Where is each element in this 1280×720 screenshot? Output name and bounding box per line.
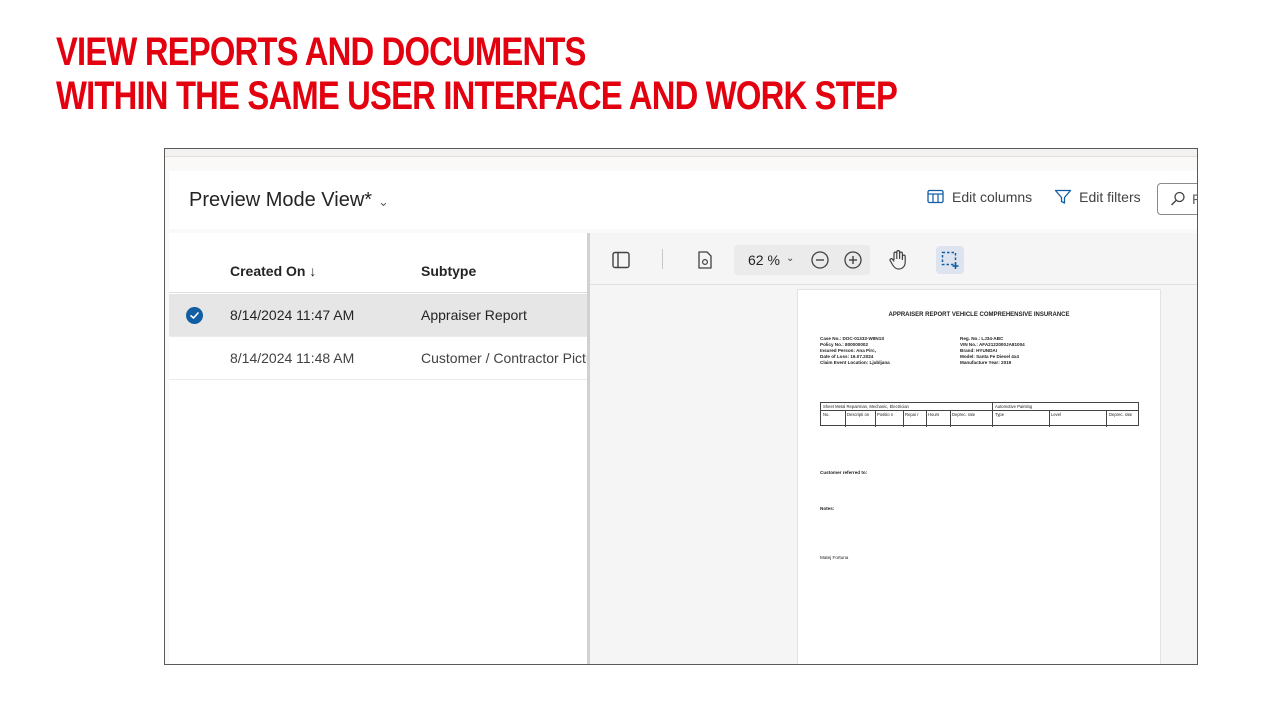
- document-cost-table: Sheet Metal Repairman, Mechanic, Electri…: [820, 402, 1139, 427]
- view-title: Preview Mode View*: [189, 189, 373, 211]
- table-col: Deprec. rate: [952, 411, 976, 417]
- table-col: Level: [1051, 411, 1062, 417]
- table-col: Positio n: [877, 411, 894, 417]
- records-grid: Created On ↓ Subtype 8/14/2024 11:47 AM …: [169, 233, 594, 664]
- table-col: Type: [995, 411, 1005, 417]
- cell-subtype: Customer / Contractor Pictu: [421, 350, 594, 366]
- document-page: APPRAISER REPORT VEHICLE COMPREHENSIVE I…: [797, 289, 1161, 664]
- view-selector[interactable]: Preview Mode View* ⌄: [189, 189, 389, 212]
- table-col: Deprec. rate: [1109, 411, 1133, 417]
- chevron-down-icon[interactable]: ⌄: [786, 253, 794, 264]
- columns-icon: [927, 189, 944, 204]
- toolbar-separator: [662, 249, 663, 269]
- edit-columns-button[interactable]: Edit columns: [927, 189, 1032, 205]
- table-group-label: Sheet Metal Repairman, Mechanic, Electri…: [823, 404, 909, 409]
- preview-toolbar: 62 % ⌄: [590, 233, 1197, 285]
- document-info-left: Case No.: DOC-01333-W8N1S Policy No.: 80…: [820, 336, 890, 366]
- pan-tool-button[interactable]: [884, 246, 912, 274]
- sidebar-icon: [612, 251, 630, 269]
- table-col: No.: [823, 411, 830, 417]
- table-col: Repai r: [905, 411, 919, 417]
- filter-icon: [1055, 189, 1072, 204]
- headline: VIEW REPORTS AND DOCUMENTS WITHIN THE SA…: [56, 30, 1082, 118]
- zoom-level[interactable]: 62 %: [748, 252, 780, 268]
- document-preview-pane: 62 % ⌄ APPRAISER REPORT VEHICLE COMPREHE…: [590, 233, 1197, 664]
- document-info-right: Reg. No.: LJ34-ABC VIN No.: AFA2122000JA…: [960, 336, 1025, 366]
- table-row[interactable]: 8/14/2024 11:48 AM Customer / Contractor…: [169, 337, 594, 380]
- table-row[interactable]: 8/14/2024 11:47 AM Appraiser Report: [169, 294, 587, 337]
- zoom-control: 62 % ⌄: [734, 245, 870, 275]
- table-col: Descripti on: [847, 411, 870, 417]
- sidebar-toggle-button[interactable]: [607, 246, 635, 274]
- area-select-icon: [941, 251, 959, 269]
- search-input[interactable]: F: [1157, 183, 1197, 215]
- chevron-down-icon: ⌄: [378, 194, 389, 209]
- info-line: Claim Event Location: Ljubljana: [820, 360, 890, 365]
- cell-created-on: 8/14/2024 11:48 AM: [230, 350, 355, 366]
- view-bar: Preview Mode View* ⌄ Edit columns Edit f…: [169, 171, 1197, 229]
- document-title: APPRAISER REPORT VEHICLE COMPREHENSIVE I…: [888, 312, 1070, 318]
- cell-subtype: Appraiser Report: [421, 307, 527, 323]
- table-group-label: Automotive Painting: [995, 404, 1033, 409]
- search-icon: [1171, 191, 1185, 206]
- zoom-in-icon[interactable]: [843, 250, 863, 270]
- top-strip: [165, 149, 1197, 157]
- notes-label: Notes:: [820, 506, 835, 511]
- edit-filters-button[interactable]: Edit filters: [1054, 189, 1141, 205]
- signature-name: Matej Fortuna: [820, 555, 849, 560]
- column-header-created-on[interactable]: Created On ↓: [230, 263, 316, 279]
- area-select-tool-button[interactable]: [936, 246, 964, 274]
- page-settings-button[interactable]: [691, 246, 719, 274]
- table-col: Hours: [928, 411, 940, 417]
- info-line: Manufacture Year: 2019: [960, 360, 1012, 365]
- search-placeholder: F: [1192, 191, 1197, 207]
- headline-line-1: VIEW REPORTS AND DOCUMENTS: [56, 30, 586, 74]
- headline-line-2: WITHIN THE SAME USER INTERFACE AND WORK …: [56, 74, 898, 118]
- grid-header: Created On ↓ Subtype: [169, 233, 587, 293]
- customer-referred-label: Customer referred to:: [820, 470, 868, 475]
- cell-created-on: 8/14/2024 11:47 AM: [230, 307, 355, 323]
- row-checked-icon[interactable]: [186, 307, 203, 324]
- edit-columns-label: Edit columns: [952, 189, 1033, 205]
- edit-filters-label: Edit filters: [1079, 189, 1141, 205]
- column-header-subtype[interactable]: Subtype: [421, 263, 476, 279]
- app-screenshot-frame: Preview Mode View* ⌄ Edit columns Edit f…: [164, 148, 1198, 665]
- zoom-out-icon[interactable]: [810, 250, 830, 270]
- hand-icon: [889, 250, 906, 270]
- document-settings-icon: [698, 251, 712, 269]
